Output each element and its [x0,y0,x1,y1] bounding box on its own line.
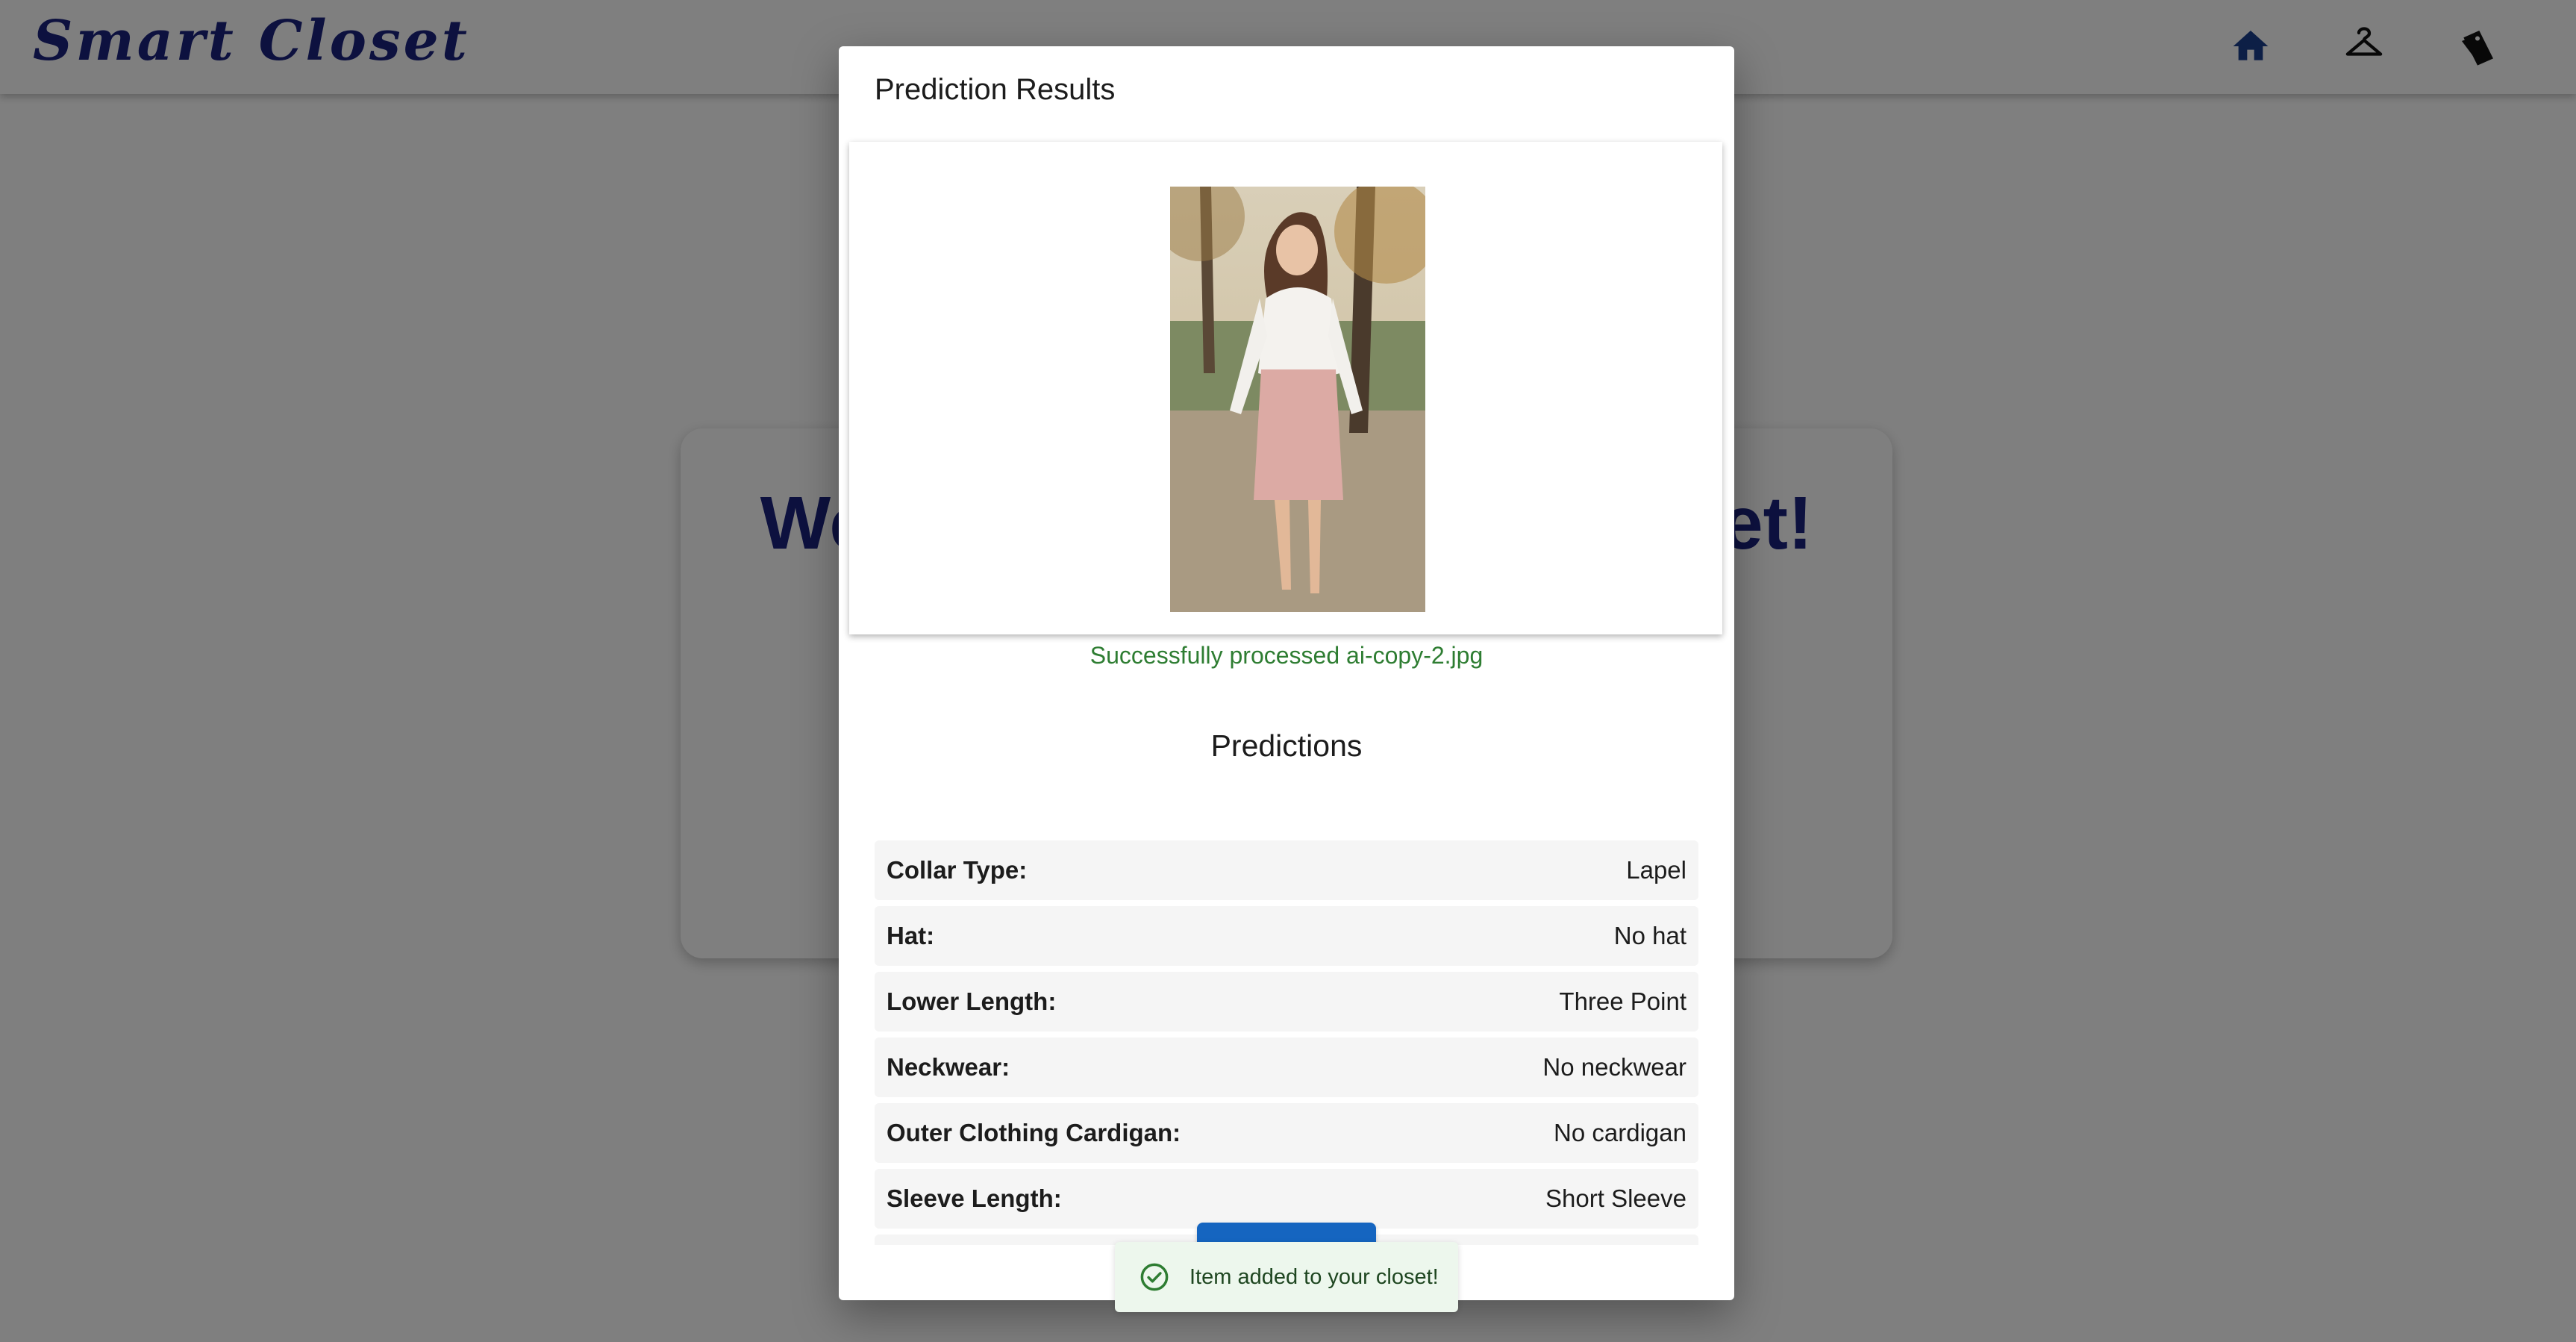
prediction-row: Lower Length: Three Point [875,972,1698,1032]
prediction-row: Outer Clothing Cardigan: No cardigan [875,1103,1698,1163]
prediction-results-dialog: Prediction Results Successfully processe… [839,46,1734,1300]
prediction-label: Neckwear: [887,1053,1010,1081]
prediction-row: Sleeve Length: Short Sleeve [875,1169,1698,1229]
prediction-value: No neckwear [1542,1053,1686,1081]
predictions-list[interactable]: Collar Type: Lapel Hat: No hat Lower Len… [875,840,1698,1245]
prediction-value: No cardigan [1554,1119,1686,1146]
prediction-value: No hat [1613,922,1686,949]
prediction-row: Neckwear: No neckwear [875,1037,1698,1097]
prediction-label: Hat: [887,922,935,949]
image-preview-card [849,142,1722,634]
prediction-value: Short Sleeve [1545,1185,1686,1212]
prediction-row: Collar Type: Lapel [875,840,1698,900]
prediction-value: Lapel [1626,856,1686,884]
success-message: Successfully processed ai-copy-2.jpg [1090,642,1484,669]
prediction-value: Three Point [1559,987,1686,1015]
prediction-row: Hat: No hat [875,906,1698,966]
success-toast: Item added to your closet! [1115,1242,1458,1312]
prediction-label: Lower Length: [887,987,1057,1015]
prediction-label: Outer Clothing Cardigan: [887,1119,1181,1146]
uploaded-outfit-image [1170,187,1425,612]
prediction-label: Sleeve Length: [887,1185,1062,1212]
prediction-label: Collar Type: [887,856,1028,884]
toast-message: Item added to your closet! [1189,1264,1439,1289]
dialog-title: Prediction Results [875,73,1116,106]
check-circle-icon [1140,1263,1169,1291]
predictions-heading: Predictions [1210,728,1363,763]
